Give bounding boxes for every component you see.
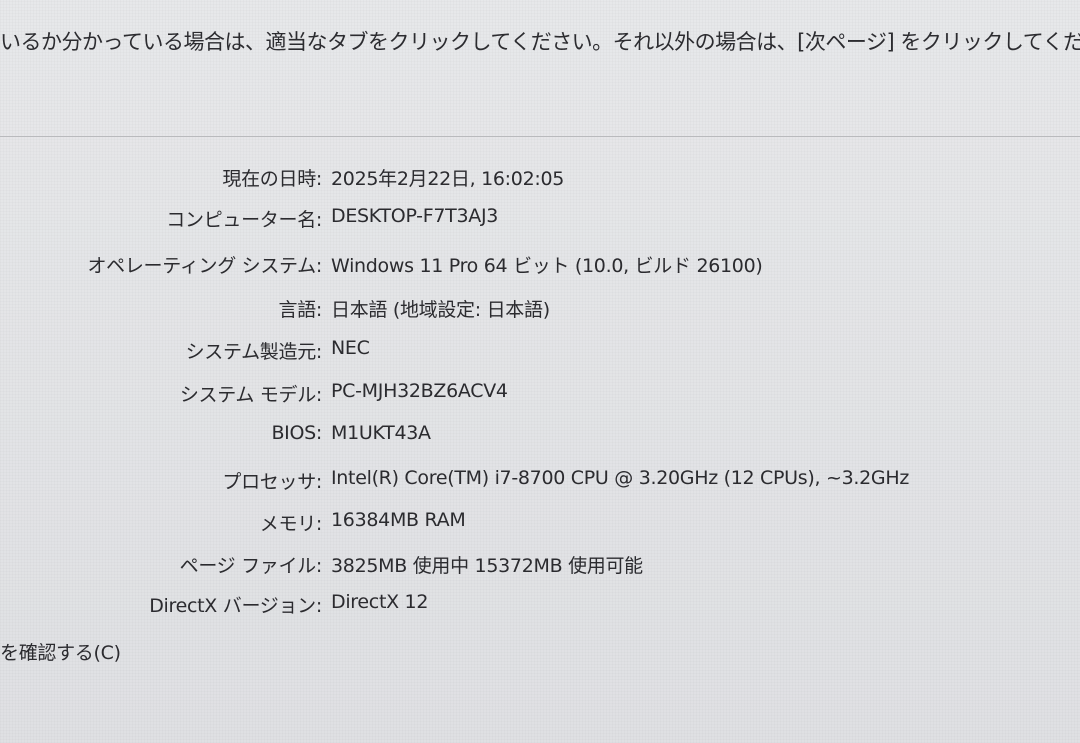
check-signature-button[interactable]: を確認する(C) (0, 638, 121, 665)
instruction-text: いるか分かっている場合は、適当なタブをクリックしてください。それ以外の場合は、[… (0, 30, 1080, 54)
info-label: DirectX バージョン: (149, 595, 322, 617)
info-value: 16384MB RAM (331, 509, 466, 531)
info-row-os: オペレーティング システム: Windows 11 Pro 64 ビット (10… (0, 251, 1080, 287)
info-label: システム製造元: (185, 341, 323, 363)
info-row-computer-name: コンピューター名: DESKTOP-F7T3AJ3 (0, 205, 1080, 241)
info-label: システム モデル: (179, 384, 322, 406)
info-value: 日本語 (地域設定: 日本語) (331, 299, 550, 321)
info-label: コンピューター名: (166, 209, 322, 231)
info-row-datetime: 現在の日時: 2025年2月22日, 16:02:05 (0, 164, 1080, 200)
info-label: プロセッサ: (222, 471, 322, 493)
info-row-page-file: ページ ファイル: 3825MB 使用中 15372MB 使用可能 (0, 551, 1080, 587)
info-value: PC-MJH32BZ6ACV4 (331, 380, 508, 402)
info-row-model: システム モデル: PC-MJH32BZ6ACV4 (0, 380, 1080, 416)
info-value: DirectX 12 (331, 591, 429, 613)
info-value: DESKTOP-F7T3AJ3 (331, 205, 499, 227)
info-value: Intel(R) Core(TM) i7-8700 CPU @ 3.20GHz … (331, 467, 909, 489)
info-row-memory: メモリ: 16384MB RAM (0, 509, 1080, 545)
info-row-manufacturer: システム製造元: NEC (0, 337, 1080, 373)
info-label: オペレーティング システム: (87, 255, 322, 277)
info-label: 現在の日時: (222, 168, 322, 190)
info-value: 2025年2月22日, 16:02:05 (331, 168, 565, 190)
info-row-bios: BIOS: M1UKT43A (0, 422, 1080, 458)
info-row-processor: プロセッサ: Intel(R) Core(TM) i7-8700 CPU @ 3… (0, 467, 1080, 503)
info-value: 3825MB 使用中 15372MB 使用可能 (331, 555, 643, 577)
info-value: Windows 11 Pro 64 ビット (10.0, ビルド 26100) (331, 255, 763, 277)
info-row-directx: DirectX バージョン: DirectX 12 (0, 591, 1080, 627)
info-row-language: 言語: 日本語 (地域設定: 日本語) (0, 295, 1080, 331)
info-label: ページ ファイル: (179, 555, 323, 577)
section-divider (0, 136, 1080, 137)
dxdiag-system-panel: いるか分かっている場合は、適当なタブをクリックしてください。それ以外の場合は、[… (0, 0, 1080, 743)
info-label: 言語: (278, 299, 322, 321)
info-value: NEC (331, 337, 370, 359)
info-label: BIOS: (271, 422, 322, 444)
info-label: メモリ: (259, 513, 323, 535)
info-value: M1UKT43A (331, 422, 431, 444)
